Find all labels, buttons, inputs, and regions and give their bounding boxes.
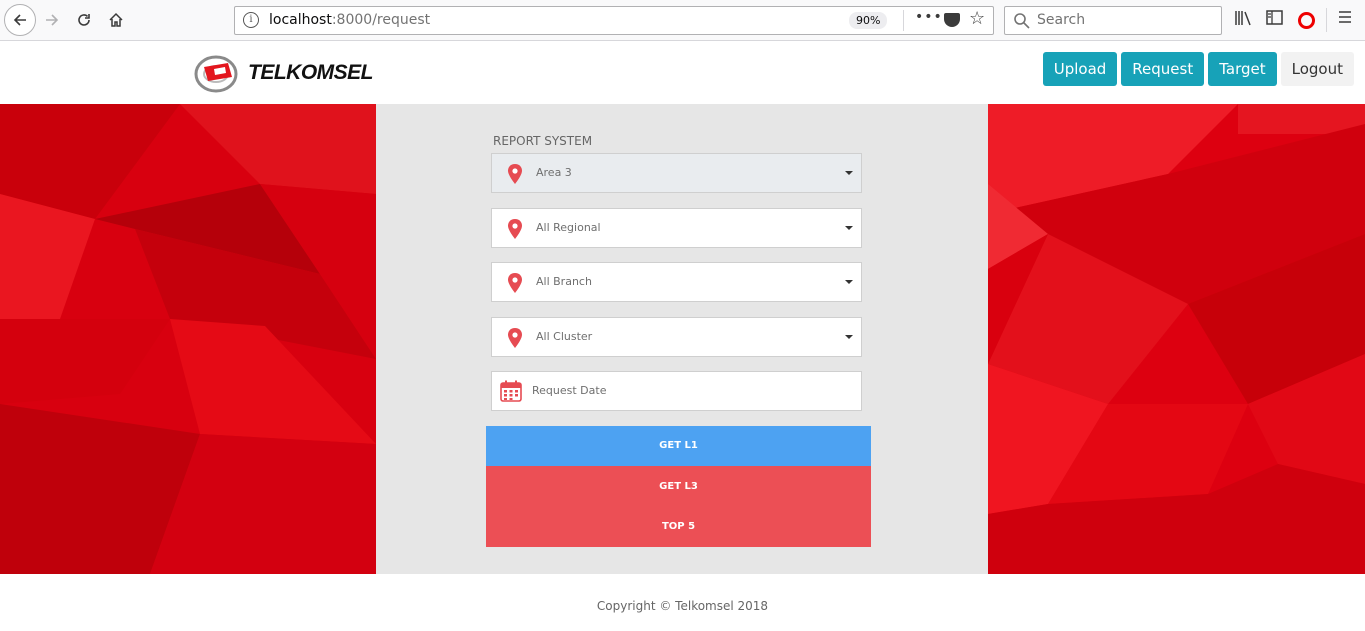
upload-button[interactable]: Upload bbox=[1042, 52, 1118, 86]
chevron-down-icon bbox=[845, 280, 853, 284]
get-l3-button[interactable]: GET L3 bbox=[486, 466, 871, 507]
location-pin-icon bbox=[508, 164, 522, 184]
home-button[interactable] bbox=[102, 6, 130, 34]
telkomsel-logo-mark-icon bbox=[194, 55, 238, 93]
get-l1-button[interactable]: GET L1 bbox=[486, 426, 871, 466]
toolbar-divider bbox=[1326, 8, 1327, 32]
hamburger-menu-icon[interactable] bbox=[1338, 8, 1352, 29]
back-button[interactable] bbox=[4, 4, 36, 36]
location-pin-icon bbox=[508, 273, 522, 293]
target-button[interactable]: Target bbox=[1208, 52, 1277, 86]
main-content: REPORT SYSTEM Area 3 All Regional All Br… bbox=[0, 104, 1365, 574]
url-path: :8000/request bbox=[331, 12, 431, 28]
back-arrow-icon bbox=[13, 14, 26, 26]
telkomsel-logo[interactable]: TELKOMSEL bbox=[194, 51, 374, 95]
opera-extension-icon[interactable] bbox=[1298, 12, 1315, 29]
header-nav: Upload Request Target Logout bbox=[1042, 52, 1354, 86]
search-placeholder: Search bbox=[1037, 12, 1086, 28]
search-icon bbox=[1014, 13, 1030, 29]
chevron-down-icon bbox=[845, 171, 853, 175]
copyright-text: Copyright © Telkomsel 2018 bbox=[596, 599, 769, 613]
cluster-select[interactable]: All Cluster bbox=[491, 317, 862, 357]
top5-button[interactable]: TOP 5 bbox=[486, 507, 871, 547]
area-select-value: Area 3 bbox=[536, 166, 572, 179]
url-text[interactable]: localhost:8000/request bbox=[269, 12, 430, 28]
zoom-badge[interactable]: 90% bbox=[849, 12, 888, 29]
background-art-right bbox=[988, 104, 1365, 574]
branch-select[interactable]: All Branch bbox=[491, 262, 862, 302]
request-date-input[interactable]: Request Date bbox=[491, 371, 862, 411]
browser-toolbar: i localhost:8000/request 90% ••• ☆ Searc… bbox=[0, 0, 1365, 41]
brand-name: TELKOMSEL bbox=[248, 61, 374, 84]
browser-search-bar[interactable]: Search bbox=[1004, 6, 1222, 35]
chevron-down-icon bbox=[845, 335, 853, 339]
url-bar[interactable]: i localhost:8000/request 90% ••• ☆ bbox=[234, 6, 994, 35]
site-info-icon[interactable]: i bbox=[243, 12, 259, 28]
cluster-select-value: All Cluster bbox=[536, 330, 593, 343]
sidebar-toggle-icon[interactable] bbox=[1266, 10, 1283, 29]
url-host: localhost bbox=[269, 12, 332, 28]
regional-select[interactable]: All Regional bbox=[491, 208, 862, 248]
background-art-left bbox=[0, 104, 376, 574]
home-icon bbox=[109, 12, 123, 27]
location-pin-icon bbox=[508, 219, 522, 239]
calendar-icon bbox=[500, 380, 522, 402]
url-divider bbox=[903, 10, 904, 31]
reload-button[interactable] bbox=[70, 6, 98, 34]
area-select[interactable]: Area 3 bbox=[491, 153, 862, 193]
bookmark-star-icon[interactable]: ☆ bbox=[969, 8, 985, 29]
footer: Copyright © Telkomsel 2018 bbox=[0, 574, 1365, 631]
forward-button[interactable] bbox=[38, 6, 66, 34]
logout-button[interactable]: Logout bbox=[1280, 52, 1354, 86]
location-pin-icon bbox=[508, 328, 522, 348]
site-header: TELKOMSEL Upload Request Target Logout bbox=[0, 41, 1365, 104]
chevron-down-icon bbox=[845, 226, 853, 230]
report-system-title: REPORT SYSTEM bbox=[493, 134, 593, 148]
branch-select-value: All Branch bbox=[536, 275, 592, 288]
page-actions-icon[interactable]: ••• bbox=[915, 9, 943, 25]
report-form-panel: REPORT SYSTEM Area 3 All Regional All Br… bbox=[376, 104, 988, 574]
forward-arrow-icon bbox=[46, 14, 59, 26]
regional-select-value: All Regional bbox=[536, 221, 601, 234]
reload-icon bbox=[78, 14, 90, 26]
request-date-placeholder: Request Date bbox=[532, 384, 607, 397]
library-icon[interactable] bbox=[1234, 10, 1252, 30]
pocket-icon[interactable] bbox=[944, 13, 960, 27]
request-button[interactable]: Request bbox=[1121, 52, 1205, 86]
